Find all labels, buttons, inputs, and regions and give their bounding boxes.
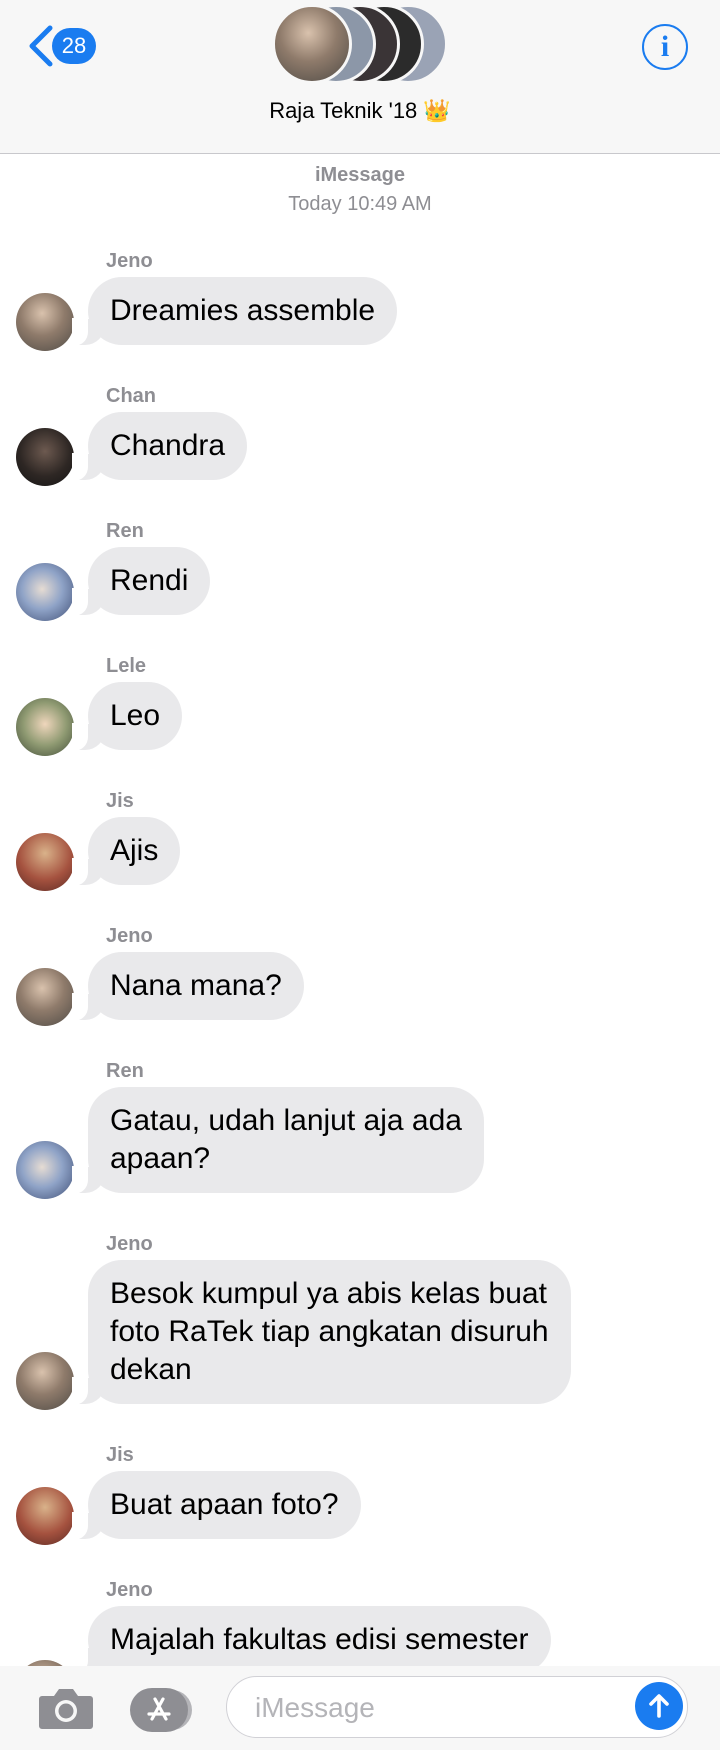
- sender-name: Jis: [106, 1444, 134, 1466]
- app-drawer-button[interactable]: [130, 1688, 188, 1732]
- group-avatar-stack[interactable]: [272, 4, 452, 86]
- camera-icon: [39, 1689, 93, 1729]
- sender-name: Chan: [106, 385, 156, 407]
- message-input[interactable]: [253, 1685, 617, 1731]
- group-title[interactable]: Raja Teknik '18 👑: [0, 98, 720, 124]
- avatar[interactable]: [16, 1141, 74, 1199]
- info-button[interactable]: i: [642, 24, 688, 70]
- message-bubble[interactable]: Leo: [71, 682, 183, 751]
- avatar[interactable]: [16, 563, 74, 621]
- message-bubble[interactable]: Gatau, udah lanjut aja ada apaan?: [72, 1087, 484, 1194]
- back-button[interactable]: 28: [26, 24, 96, 68]
- message-field[interactable]: [226, 1676, 688, 1738]
- sender-name: Lele: [106, 655, 147, 677]
- message-bubble[interactable]: Buat apaan foto?: [72, 1471, 361, 1540]
- message-bubble[interactable]: Dreamies assemble: [71, 277, 398, 346]
- message-bubble[interactable]: Chandra: [71, 412, 248, 481]
- avatar[interactable]: [16, 293, 74, 351]
- avatar[interactable]: [16, 968, 74, 1026]
- sender-name: Jeno: [106, 925, 153, 947]
- sender-name: Ren: [106, 520, 144, 542]
- camera-button[interactable]: [38, 1684, 94, 1737]
- sender-name: Jis: [106, 790, 134, 812]
- sender-name: Ren: [106, 1060, 144, 1082]
- send-arrow-icon: [649, 1694, 669, 1718]
- avatar[interactable]: [16, 698, 74, 756]
- avatar[interactable]: [16, 428, 74, 486]
- sender-name: Jeno: [106, 1579, 153, 1601]
- conversation-header: 28 Raja Teknik '18 👑 i: [0, 0, 720, 154]
- message-bubble[interactable]: Majalah fakultas edisi semester: [72, 1606, 551, 1675]
- send-button[interactable]: [635, 1682, 683, 1730]
- message-bubble[interactable]: Ajis: [71, 817, 181, 886]
- compose-bar: [0, 1666, 720, 1750]
- sender-name: Jeno: [106, 1233, 153, 1255]
- message-bubble[interactable]: Rendi: [71, 547, 211, 616]
- message-bubble[interactable]: Nana mana?: [72, 952, 304, 1021]
- unread-count-badge: 28: [52, 28, 96, 64]
- avatar: [272, 4, 352, 84]
- message-bubble[interactable]: Besok kumpul ya abis kelas buat foto RaT…: [72, 1260, 571, 1405]
- avatar[interactable]: [16, 1352, 74, 1410]
- service-label: iMessage: [314, 164, 406, 186]
- sender-name: Jeno: [106, 250, 153, 272]
- app-store-icon: [130, 1688, 188, 1732]
- avatar[interactable]: [16, 1487, 74, 1545]
- info-icon: i: [660, 30, 670, 63]
- timestamp: Today 10:49 AM: [288, 193, 432, 215]
- avatar[interactable]: [16, 833, 74, 891]
